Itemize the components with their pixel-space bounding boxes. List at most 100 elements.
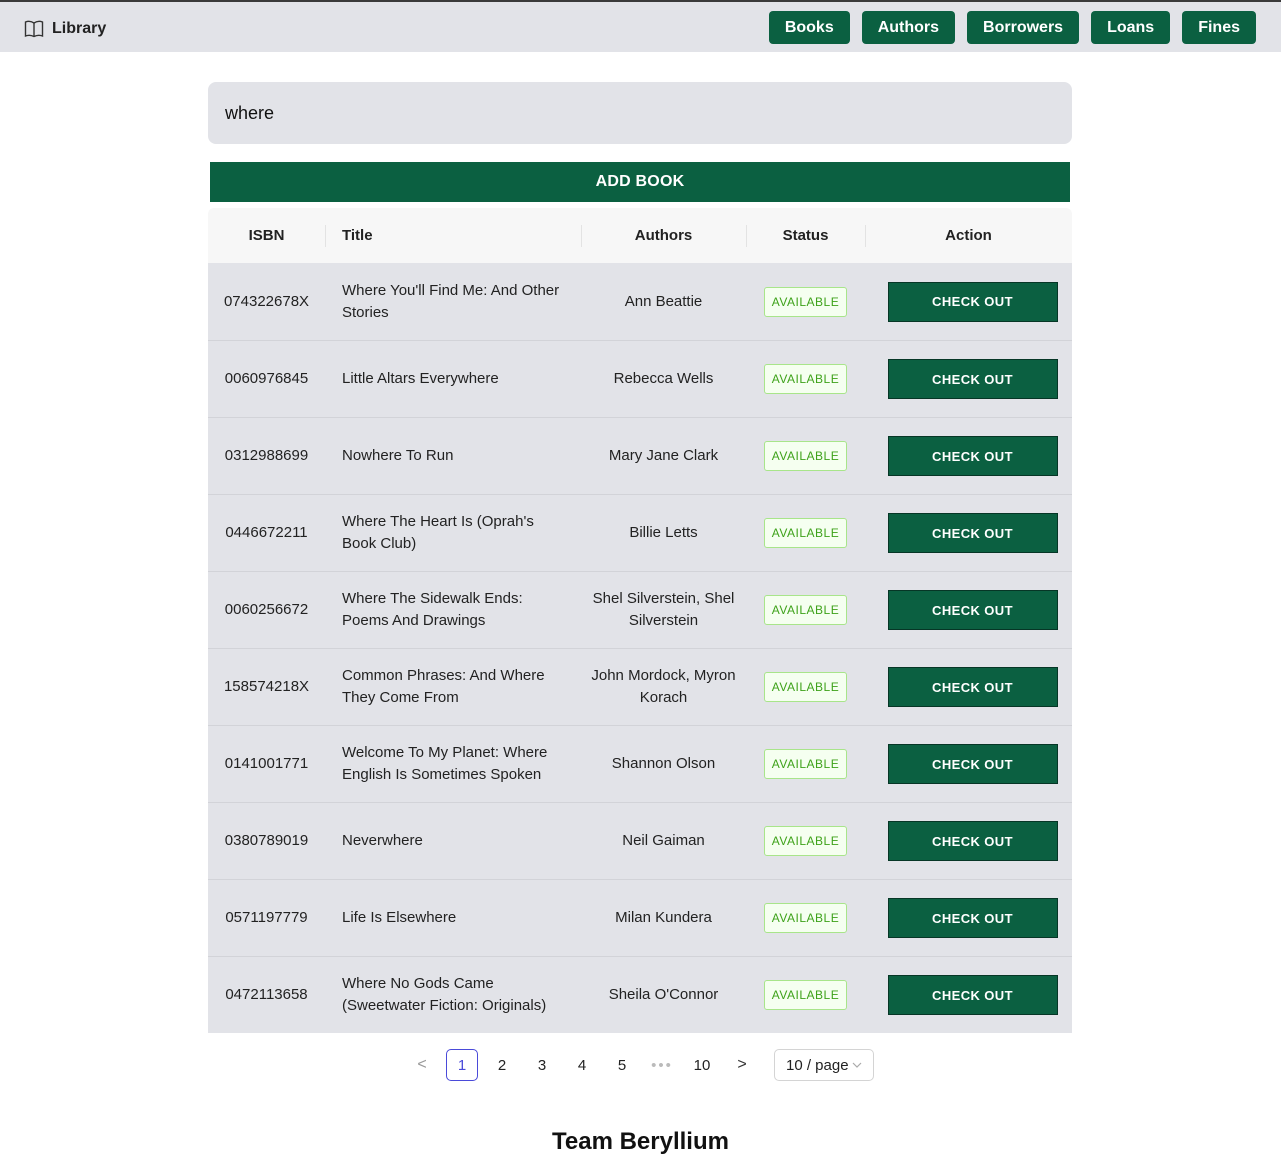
cell-title: Where No Gods Came (Sweetwater Fiction: … — [342, 975, 547, 1014]
nav-authors-button[interactable]: Authors — [861, 11, 956, 44]
column-header-isbn: ISBN — [248, 227, 285, 244]
table-row: 0312988699 Nowhere To Run Mary Jane Clark A… — [208, 417, 1072, 494]
nav-borrowers-button[interactable]: Borrowers — [967, 11, 1080, 44]
cell-authors: Rebecca Wells — [613, 370, 714, 387]
status-badge: AVAILABLE — [763, 441, 848, 471]
cell-authors: Sheila O'Connor — [608, 986, 719, 1003]
cell-title: Life Is Elsewhere — [342, 909, 457, 926]
prev-page-button[interactable]: < — [406, 1049, 438, 1081]
cell-title: Neverwhere — [342, 832, 423, 849]
page-4-button[interactable]: 4 — [566, 1049, 598, 1081]
cell-authors: Billie Letts — [629, 524, 698, 541]
check-out-button[interactable]: CHECK OUT — [887, 821, 1058, 861]
status-badge: AVAILABLE — [763, 980, 848, 1010]
cell-isbn: 0141001771 — [224, 755, 309, 772]
status-badge: AVAILABLE — [763, 364, 848, 394]
cell-title: Common Phrases: And Where They Come From — [342, 667, 545, 706]
status-badge: AVAILABLE — [763, 595, 848, 625]
cell-status: AVAILABLE — [746, 980, 865, 1010]
cell-status: AVAILABLE — [746, 441, 865, 471]
status-badge: AVAILABLE — [763, 518, 848, 548]
cell-action: CHECK OUT — [865, 281, 1072, 322]
table-row: 158574218X Common Phrases: And Where They… — [208, 648, 1072, 725]
column-header-authors: Authors — [581, 208, 746, 263]
brand[interactable]: Library — [24, 20, 106, 38]
cell-authors: Mary Jane Clark — [608, 447, 719, 464]
cell-action: CHECK OUT — [865, 898, 1072, 938]
cell-action: CHECK OUT — [865, 667, 1072, 707]
pagination: < 1 2 3 4 5 ••• 10 > 10 / page — [0, 1049, 1281, 1081]
cell-status: AVAILABLE — [746, 286, 865, 317]
cell-title: Nowhere To Run — [342, 447, 454, 464]
cell-action: CHECK OUT — [865, 436, 1072, 476]
cell-isbn: 0060256672 — [224, 601, 309, 618]
brand-label: Library — [52, 20, 107, 37]
table-row: 074322678X Where You'll Find Me: And Othe… — [208, 263, 1072, 340]
cell-isbn: 074322678X — [223, 292, 310, 310]
cell-isbn: 0380789019 — [224, 832, 309, 849]
check-out-button[interactable]: CHECK OUT — [887, 359, 1058, 399]
cell-isbn: 0446672211 — [225, 524, 308, 541]
cell-authors: Neil Gaiman — [622, 832, 705, 849]
check-out-button[interactable]: CHECK OUT — [887, 667, 1058, 707]
table-row: 0446672211 Where The Heart Is (Oprah's Bo… — [208, 494, 1072, 571]
cell-action: CHECK OUT — [865, 975, 1072, 1015]
status-badge: AVAILABLE — [763, 903, 848, 933]
check-out-button[interactable]: CHECK OUT — [887, 744, 1058, 784]
search-input[interactable] — [208, 82, 1072, 144]
table-body: 074322678X Where You'll Find Me: And Othe… — [208, 263, 1072, 1033]
table-row: 0571197779 Life Is Elsewhere Milan Kundera… — [208, 879, 1072, 956]
cell-authors: Ann Beattie — [624, 292, 703, 310]
table-header: ISBN Title Authors Status Action — [208, 208, 1072, 263]
nav-loans-button[interactable]: Loans — [1091, 11, 1171, 44]
page-size-select[interactable]: 10 / page — [774, 1049, 874, 1081]
column-header-action: Action — [865, 208, 1072, 263]
cell-status: AVAILABLE — [746, 749, 865, 779]
nav-books-button[interactable]: Books — [768, 11, 850, 44]
footer-team-name: Team Beryllium — [552, 1128, 729, 1155]
cell-status: AVAILABLE — [746, 903, 865, 933]
add-book-button[interactable]: ADD BOOK — [210, 162, 1070, 202]
status-badge: AVAILABLE — [763, 826, 848, 856]
cell-status: AVAILABLE — [746, 595, 865, 625]
page-2-button[interactable]: 2 — [486, 1049, 518, 1081]
cell-status: AVAILABLE — [746, 672, 865, 702]
cell-isbn: 0312988699 — [224, 447, 309, 464]
status-badge: AVAILABLE — [763, 749, 848, 779]
column-header-title: Title — [325, 208, 581, 263]
cell-isbn: 158574218X — [223, 678, 310, 695]
main-nav: Books Authors Borrowers Loans Fines — [768, 11, 1256, 44]
cell-title: Where You'll Find Me: And Other Stories — [342, 281, 560, 321]
cell-authors: Milan Kundera — [615, 909, 712, 926]
column-header-status: Status — [746, 208, 865, 263]
cell-title: Little Altars Everywhere — [342, 370, 499, 387]
cell-action: CHECK OUT — [865, 359, 1072, 399]
books-table: ISBN Title Authors Status Action 0743226… — [208, 208, 1072, 1033]
check-out-button[interactable]: CHECK OUT — [887, 436, 1058, 476]
page-10-button[interactable]: 10 — [686, 1049, 718, 1081]
page-3-button[interactable]: 3 — [526, 1049, 558, 1081]
cell-authors: Shannon Olson — [611, 755, 716, 772]
check-out-button[interactable]: CHECK OUT — [887, 590, 1058, 630]
cell-action: CHECK OUT — [865, 821, 1072, 861]
status-badge: AVAILABLE — [763, 672, 848, 702]
page-1-button[interactable]: 1 — [446, 1049, 478, 1081]
check-out-button[interactable]: CHECK OUT — [887, 513, 1058, 553]
check-out-button[interactable]: CHECK OUT — [887, 975, 1058, 1015]
book-icon — [24, 20, 44, 38]
cell-action: CHECK OUT — [865, 590, 1072, 630]
page-size-value: 10 / page — [786, 1056, 849, 1074]
next-page-button[interactable]: > — [726, 1049, 758, 1081]
cell-action: CHECK OUT — [865, 513, 1072, 553]
check-out-button[interactable]: CHECK OUT — [887, 898, 1058, 938]
cell-status: AVAILABLE — [746, 364, 865, 394]
cell-authors: Shel Silverstein, Shel Silverstein — [592, 590, 735, 629]
page-5-button[interactable]: 5 — [606, 1049, 638, 1081]
table-row: 0472113658 Where No Gods Came (Sweetwater… — [208, 956, 1072, 1033]
nav-fines-button[interactable]: Fines — [1182, 11, 1256, 44]
check-out-button[interactable]: CHECK OUT — [887, 281, 1058, 322]
cell-title: Where The Sidewalk Ends: Poems And Drawi… — [342, 590, 523, 629]
more-pages-button[interactable]: ••• — [646, 1049, 678, 1081]
cell-status: AVAILABLE — [746, 826, 865, 856]
cell-isbn: 0472113658 — [225, 986, 308, 1003]
